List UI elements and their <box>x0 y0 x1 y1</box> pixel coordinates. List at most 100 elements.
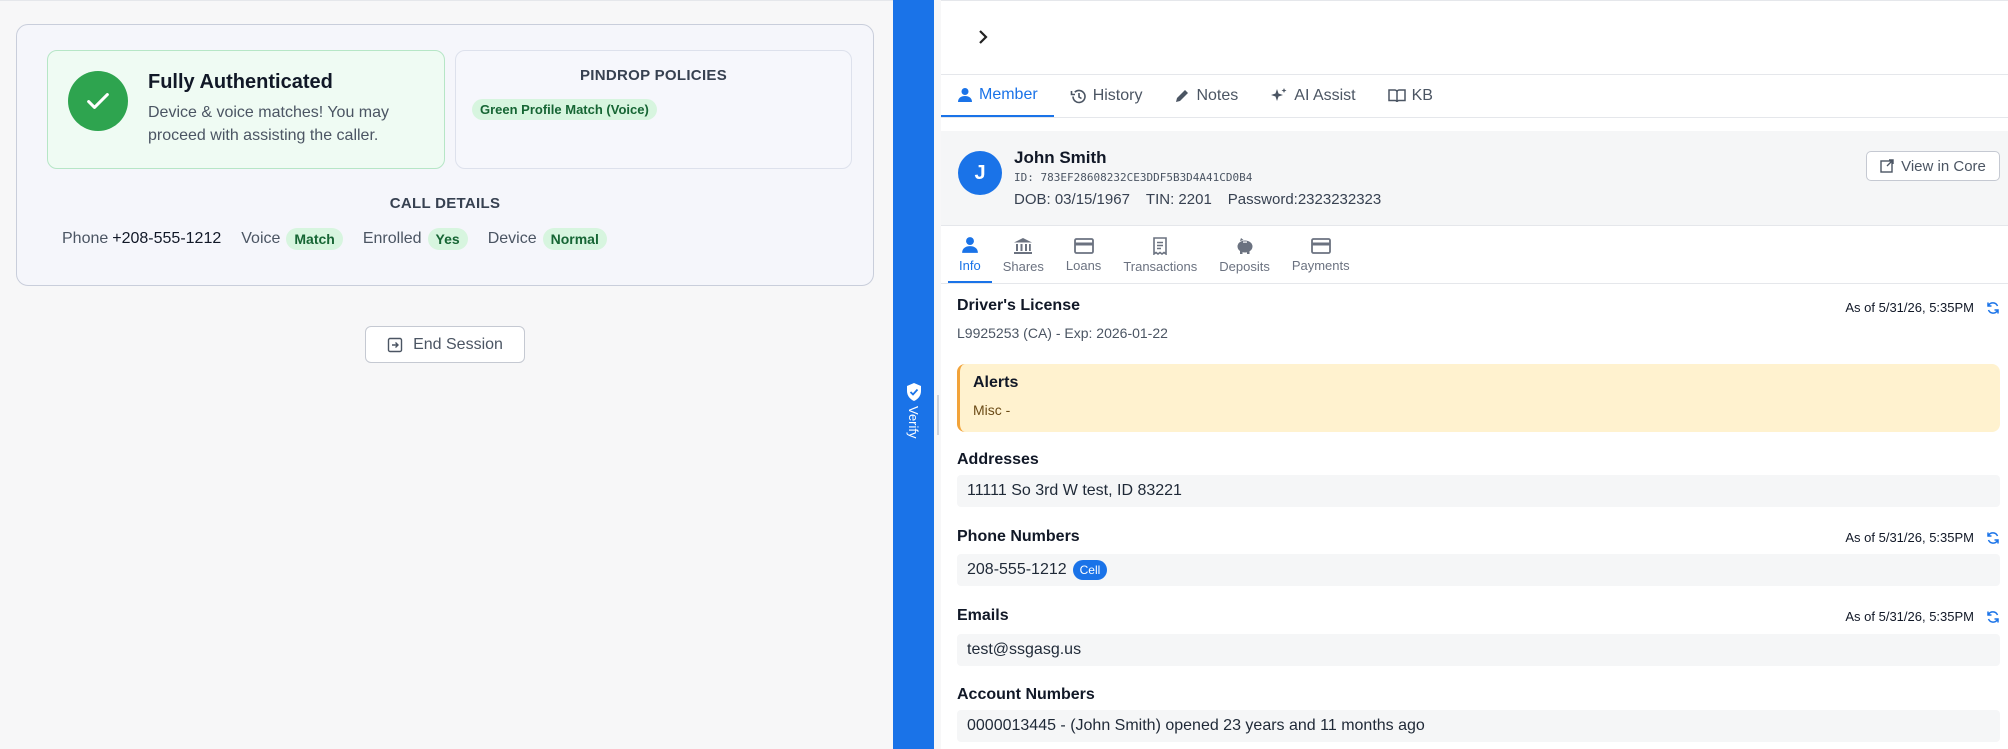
history-icon <box>1070 89 1086 103</box>
piggy-bank-icon <box>1237 238 1253 254</box>
asof-label: As of 5/31/26, 5:35PM <box>1845 530 1974 545</box>
enrolled-label: Enrolled <box>362 230 422 247</box>
subtab-shares[interactable]: Shares <box>992 228 1055 283</box>
verify-label: Verify <box>906 406 921 439</box>
avatar: J <box>958 151 1002 195</box>
bank-icon <box>1014 238 1033 254</box>
check-icon <box>68 71 128 131</box>
refresh-icon[interactable] <box>1986 301 2000 315</box>
subtab-label: Deposits <box>1219 259 1270 274</box>
drivers-license-asof: As of 5/31/26, 5:35PM <box>1845 300 2000 315</box>
phone-field: 208-555-1212 Cell <box>957 554 2000 586</box>
member-tin: TIN: 2201 <box>1145 191 1212 208</box>
voice-badge: Match <box>286 228 343 250</box>
address-value: 11111 So 3rd W test, ID 83221 <box>967 482 1182 499</box>
email-field: test@ssgasg.us <box>957 634 2000 666</box>
member-id: ID: 783EF28608232CE3DDF5B3D4A41CD0B4 <box>1014 171 1253 184</box>
phone-number-value: 208-555-1212 <box>967 561 1067 578</box>
auth-pane: Fully Authenticated Device & voice match… <box>0 0 893 749</box>
member-name: John Smith <box>1014 148 1107 167</box>
verify-toggle[interactable]: Verify <box>893 382 934 452</box>
subtab-label: Loans <box>1065 258 1102 273</box>
subtab-label: Payments <box>1291 258 1350 273</box>
view-in-core-label: View in Core <box>1901 157 1986 175</box>
pencil-icon <box>1176 90 1189 102</box>
person-icon <box>958 88 972 102</box>
alerts-title: Alerts <box>973 374 1019 391</box>
auth-status-box: Fully Authenticated Device & voice match… <box>47 50 445 169</box>
subtab-loans[interactable]: Loans <box>1055 228 1112 283</box>
email-value: test@ssgasg.us <box>967 641 1082 658</box>
shield-check-icon <box>906 383 921 401</box>
subtab-deposits[interactable]: Deposits <box>1208 228 1281 283</box>
emails-title: Emails <box>957 607 1009 624</box>
member-subtabs: Info Shares Loans Transactions Deposits … <box>941 228 2008 284</box>
phone-numbers-asof: As of 5/31/26, 5:35PM <box>1845 530 2000 545</box>
drivers-license-value: L9925253 (CA) - Exp: 2026-01-22 <box>957 325 1168 341</box>
exit-icon <box>387 337 403 352</box>
tab-notes[interactable]: Notes <box>1158 75 1254 117</box>
enrolled-badge: Yes <box>427 228 468 250</box>
auth-status-description: Device & voice matches! You may proceed … <box>148 104 390 144</box>
receipt-icon <box>1153 237 1168 255</box>
tab-label: Member <box>979 86 1038 103</box>
tab-label: AI Assist <box>1294 87 1356 104</box>
tab-member[interactable]: Member <box>941 75 1054 117</box>
end-session-button[interactable]: End Session <box>365 326 525 363</box>
pindrop-policies-title: PINDROP POLICIES <box>579 67 728 84</box>
refresh-icon[interactable] <box>1986 610 2000 624</box>
external-link-icon <box>1880 159 1894 173</box>
end-session-label: End Session <box>413 335 503 353</box>
subtab-payments[interactable]: Payments <box>1281 228 1361 283</box>
address-field: 11111 So 3rd W test, ID 83221 <box>957 475 2000 507</box>
subtab-info[interactable]: Info <box>948 228 992 283</box>
addresses-title: Addresses <box>957 451 1039 468</box>
tab-label: Notes <box>1196 87 1239 104</box>
account-field: 0000013445 - (John Smith) opened 23 year… <box>957 710 2000 742</box>
tab-label: History <box>1092 87 1143 104</box>
member-meta: DOB: 03/15/1967 TIN: 2201 Password:23232… <box>1014 191 1397 208</box>
phone-label: Phone <box>62 230 109 247</box>
card-icon <box>1073 238 1094 254</box>
sparkle-icon <box>1271 88 1287 101</box>
device-badge: Normal <box>542 228 607 250</box>
book-icon <box>1387 89 1406 103</box>
resize-handle[interactable] <box>937 395 940 435</box>
tab-ai-assist[interactable]: AI Assist <box>1254 75 1371 117</box>
asof-label: As of 5/31/26, 5:35PM <box>1845 300 1974 315</box>
verify-sidebar: Verify <box>893 0 934 749</box>
device-label: Device <box>487 230 537 247</box>
policy-badge: Green Profile Match (Voice) <box>472 99 657 120</box>
subtab-label: Transactions <box>1123 259 1198 274</box>
auth-status-title: Fully Authenticated <box>148 71 333 93</box>
refresh-icon[interactable] <box>1986 531 2000 545</box>
auth-card: Fully Authenticated Device & voice match… <box>16 24 874 286</box>
view-in-core-button[interactable]: View in Core <box>1866 151 2000 181</box>
tab-label: KB <box>1411 87 1433 104</box>
main-tabs: Member History Notes AI Assist KB <box>941 74 2008 118</box>
member-password: Password:2323232323 <box>1227 191 1382 208</box>
drivers-license-title: Driver's License <box>957 297 1080 314</box>
alerts-box: Alerts Misc - <box>957 364 2000 432</box>
subtab-label: Shares <box>1002 259 1044 274</box>
card-icon <box>1310 238 1331 254</box>
chevron-right-icon[interactable] <box>976 29 990 50</box>
tab-history[interactable]: History <box>1054 75 1159 117</box>
phone-type-badge: Cell <box>1072 560 1108 580</box>
member-pane: Member History Notes AI Assist KB J John… <box>941 0 2008 749</box>
call-details-row: Phone +208-555-1212 Voice Match Enrolled Ye… <box>62 228 627 250</box>
emails-asof: As of 5/31/26, 5:35PM <box>1845 609 2000 624</box>
tab-kb[interactable]: KB <box>1372 75 1449 117</box>
phone-numbers-title: Phone Numbers <box>957 528 1080 545</box>
person-icon <box>961 237 978 253</box>
account-numbers-title: Account Numbers <box>957 686 1095 703</box>
pindrop-policies-box: PINDROP POLICIES Green Profile Match (Vo… <box>455 50 852 169</box>
member-dob: DOB: 03/15/1967 <box>1014 191 1130 208</box>
alerts-text: Misc - <box>973 402 1011 418</box>
subtab-transactions[interactable]: Transactions <box>1112 228 1208 283</box>
subtab-label: Info <box>959 258 981 273</box>
voice-label: Voice <box>241 230 281 247</box>
member-header: J John Smith ID: 783EF28608232CE3DDF5B3D… <box>941 131 2008 226</box>
asof-label: As of 5/31/26, 5:35PM <box>1845 609 1974 624</box>
account-value: 0000013445 - (John Smith) opened 23 year… <box>967 717 1425 734</box>
